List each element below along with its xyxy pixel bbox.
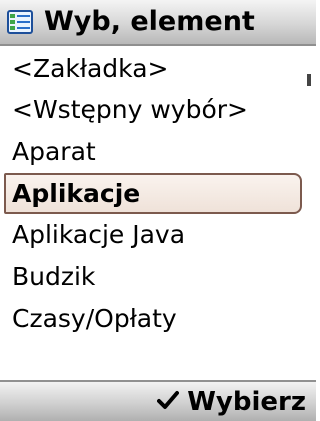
list-item-wstepny-wybor[interactable]: <Wstępny wybór> — [4, 89, 302, 130]
list-item-budzik[interactable]: Budzik — [4, 256, 302, 297]
list-item-aplikacje[interactable]: Aplikacje — [4, 173, 302, 214]
select-softkey-label: Wybierz — [187, 387, 306, 417]
title-bar: Wyb, element — [0, 0, 316, 46]
scrollbar-thumb[interactable] — [307, 74, 311, 86]
phone-screen: Wyb, element <Zakładka> <Wstępny wybór> … — [0, 0, 316, 421]
softkey-bar: Wybierz — [0, 380, 316, 421]
list-item-aplikacje-java[interactable]: Aplikacje Java — [4, 214, 302, 255]
element-list: <Zakładka> <Wstępny wybór> Aparat Aplika… — [0, 48, 316, 374]
list-item-aparat[interactable]: Aparat — [4, 131, 302, 172]
select-softkey[interactable]: Wybierz — [157, 384, 306, 420]
list-item-czasy-oplaty[interactable]: Czasy/Opłaty — [4, 298, 302, 339]
list-item-zakladka[interactable]: <Zakładka> — [4, 48, 302, 89]
page-title: Wyb, element — [44, 6, 255, 37]
scrollbar[interactable] — [307, 48, 313, 374]
list-icon — [7, 10, 33, 34]
checkmark-icon — [157, 390, 180, 415]
